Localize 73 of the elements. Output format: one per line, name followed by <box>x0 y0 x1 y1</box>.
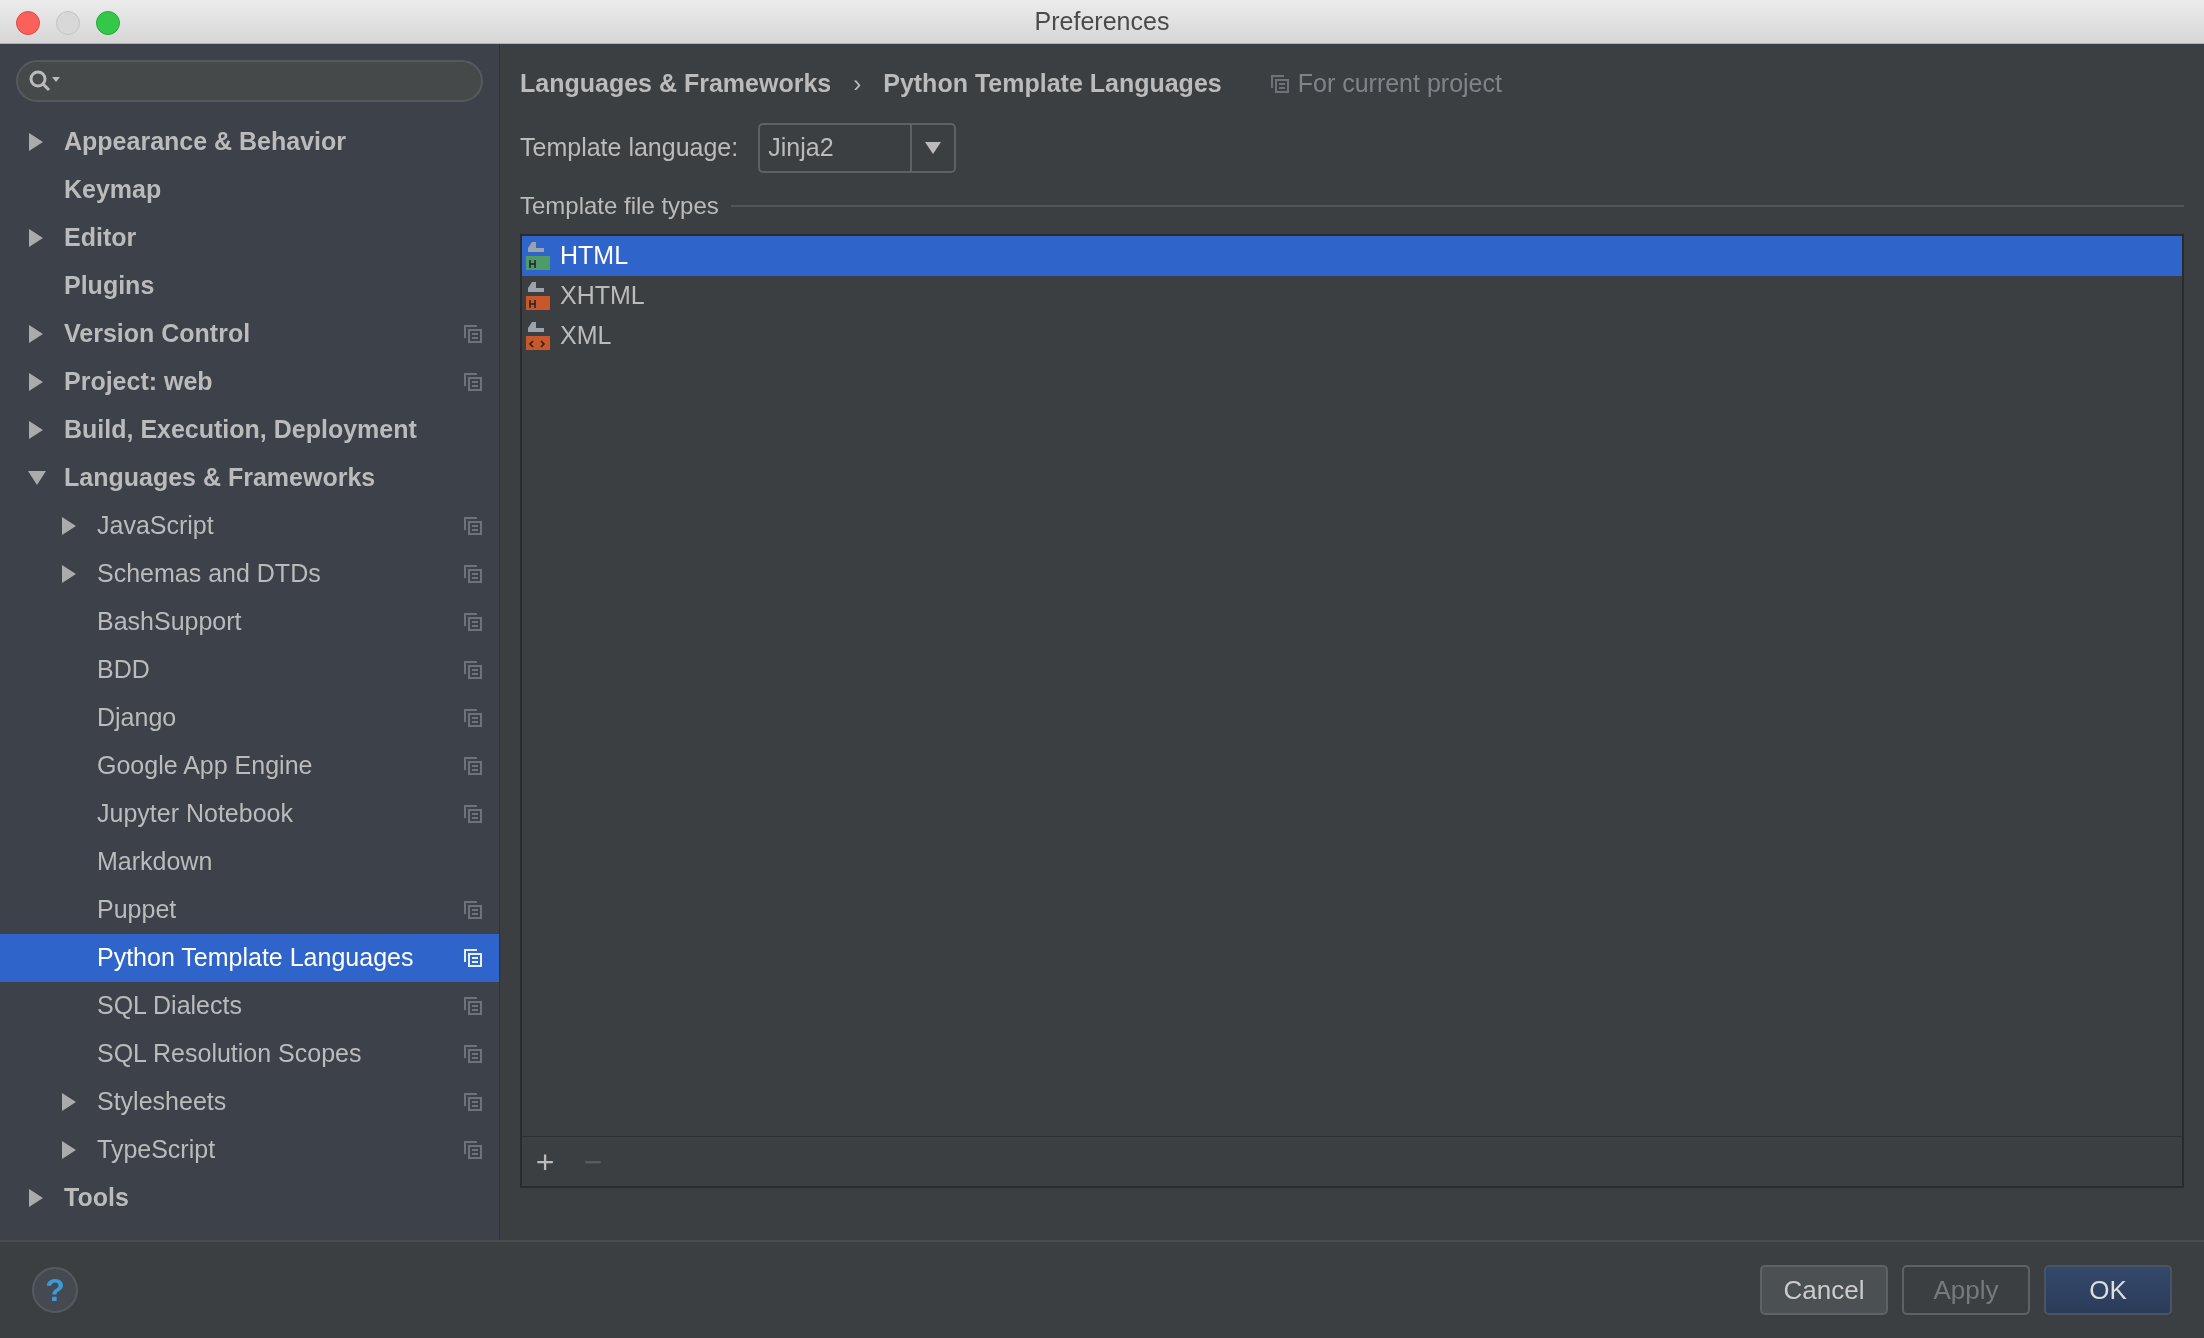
dialog-button[interactable]: Cancel <box>1760 1265 1888 1315</box>
file-icon <box>526 322 550 350</box>
collapsed-arrow-icon[interactable] <box>28 229 44 247</box>
tree-item[interactable]: JavaScript <box>0 502 499 550</box>
tree-item[interactable]: Tools <box>0 1174 499 1222</box>
tree-item[interactable]: Django <box>0 694 499 742</box>
scope-label: For current project <box>1297 68 1502 100</box>
tree-item[interactable]: Markdown <box>0 838 499 886</box>
collapsed-arrow-icon[interactable] <box>61 1141 77 1159</box>
copy-icon <box>463 756 483 776</box>
file-icon <box>526 282 550 310</box>
search-icon <box>28 68 62 94</box>
copy-icon <box>463 900 483 920</box>
tree-item[interactable]: Build, Execution, Deployment <box>0 406 499 454</box>
close-button[interactable] <box>16 11 40 35</box>
file-icon <box>526 242 550 270</box>
add-button[interactable]: + <box>528 1144 562 1179</box>
collapsed-arrow-icon[interactable] <box>61 565 77 583</box>
tree-item[interactable]: Editor <box>0 214 499 262</box>
copy-icon <box>1269 74 1290 94</box>
tree-item[interactable]: Python Template Languages <box>0 934 499 982</box>
tree-item[interactable]: SQL Dialects <box>0 982 499 1030</box>
tree-item[interactable]: BDD <box>0 646 499 694</box>
copy-icon <box>463 1044 483 1064</box>
copy-icon <box>463 516 483 536</box>
tree-item[interactable]: Jupyter Notebook <box>0 790 499 838</box>
copy-icon <box>463 372 483 392</box>
copy-icon <box>463 612 483 632</box>
collapsed-arrow-icon[interactable] <box>28 133 44 151</box>
section-title: Template file types <box>520 191 719 221</box>
collapsed-arrow-icon[interactable] <box>28 1189 44 1207</box>
breadcrumb: Python Template Languages <box>883 68 1222 100</box>
tree-item[interactable]: Appearance & Behavior <box>0 118 499 166</box>
expanded-arrow-icon[interactable] <box>28 470 46 486</box>
tree-item[interactable]: BashSupport <box>0 598 499 646</box>
copy-icon <box>463 564 483 584</box>
tree-item[interactable]: Project: web <box>0 358 499 406</box>
tree-item[interactable]: Google App Engine <box>0 742 499 790</box>
window-title: Preferences <box>1034 5 1170 37</box>
copy-icon <box>463 948 483 968</box>
dialog-button[interactable]: OK <box>2044 1265 2172 1315</box>
tree-item[interactable]: Languages & Frameworks <box>0 454 499 502</box>
copy-icon <box>463 1092 483 1112</box>
tree-item[interactable]: Schemas and DTDs <box>0 550 499 598</box>
copy-icon <box>463 660 483 680</box>
tree-item[interactable]: Keymap <box>0 166 499 214</box>
copy-icon <box>463 1140 483 1160</box>
template-language-dropdown[interactable]: Jinja2 <box>758 123 957 173</box>
tree-item[interactable]: SQL Resolution Scopes <box>0 1030 499 1078</box>
search-field[interactable] <box>16 60 483 102</box>
tree-item[interactable]: TypeScript <box>0 1126 499 1174</box>
copy-icon <box>463 804 483 824</box>
copy-icon <box>463 996 483 1016</box>
collapsed-arrow-icon[interactable] <box>28 421 44 439</box>
tree-item[interactable]: Version Control <box>0 310 499 358</box>
tree-item[interactable]: Plugins <box>0 262 499 310</box>
tree-item[interactable]: Stylesheets <box>0 1078 499 1126</box>
breadcrumb-separator: › <box>853 69 862 99</box>
tree-item[interactable]: Puppet <box>0 886 499 934</box>
file-type-row[interactable]: XHTML <box>522 276 2182 316</box>
field-label: Template language: <box>520 132 739 164</box>
copy-icon <box>463 708 483 728</box>
collapsed-arrow-icon[interactable] <box>61 1093 77 1111</box>
copy-icon <box>463 324 483 344</box>
collapsed-arrow-icon[interactable] <box>61 517 77 535</box>
caret-icon <box>925 142 942 154</box>
collapsed-arrow-icon[interactable] <box>28 373 44 391</box>
zoom-button[interactable] <box>96 11 120 35</box>
help-button[interactable]: ? <box>32 1267 78 1313</box>
collapsed-arrow-icon[interactable] <box>28 325 44 343</box>
file-type-row[interactable]: XML <box>522 316 2182 356</box>
breadcrumb: Languages & Frameworks <box>520 68 832 100</box>
file-type-row[interactable]: HTML <box>522 236 2182 276</box>
